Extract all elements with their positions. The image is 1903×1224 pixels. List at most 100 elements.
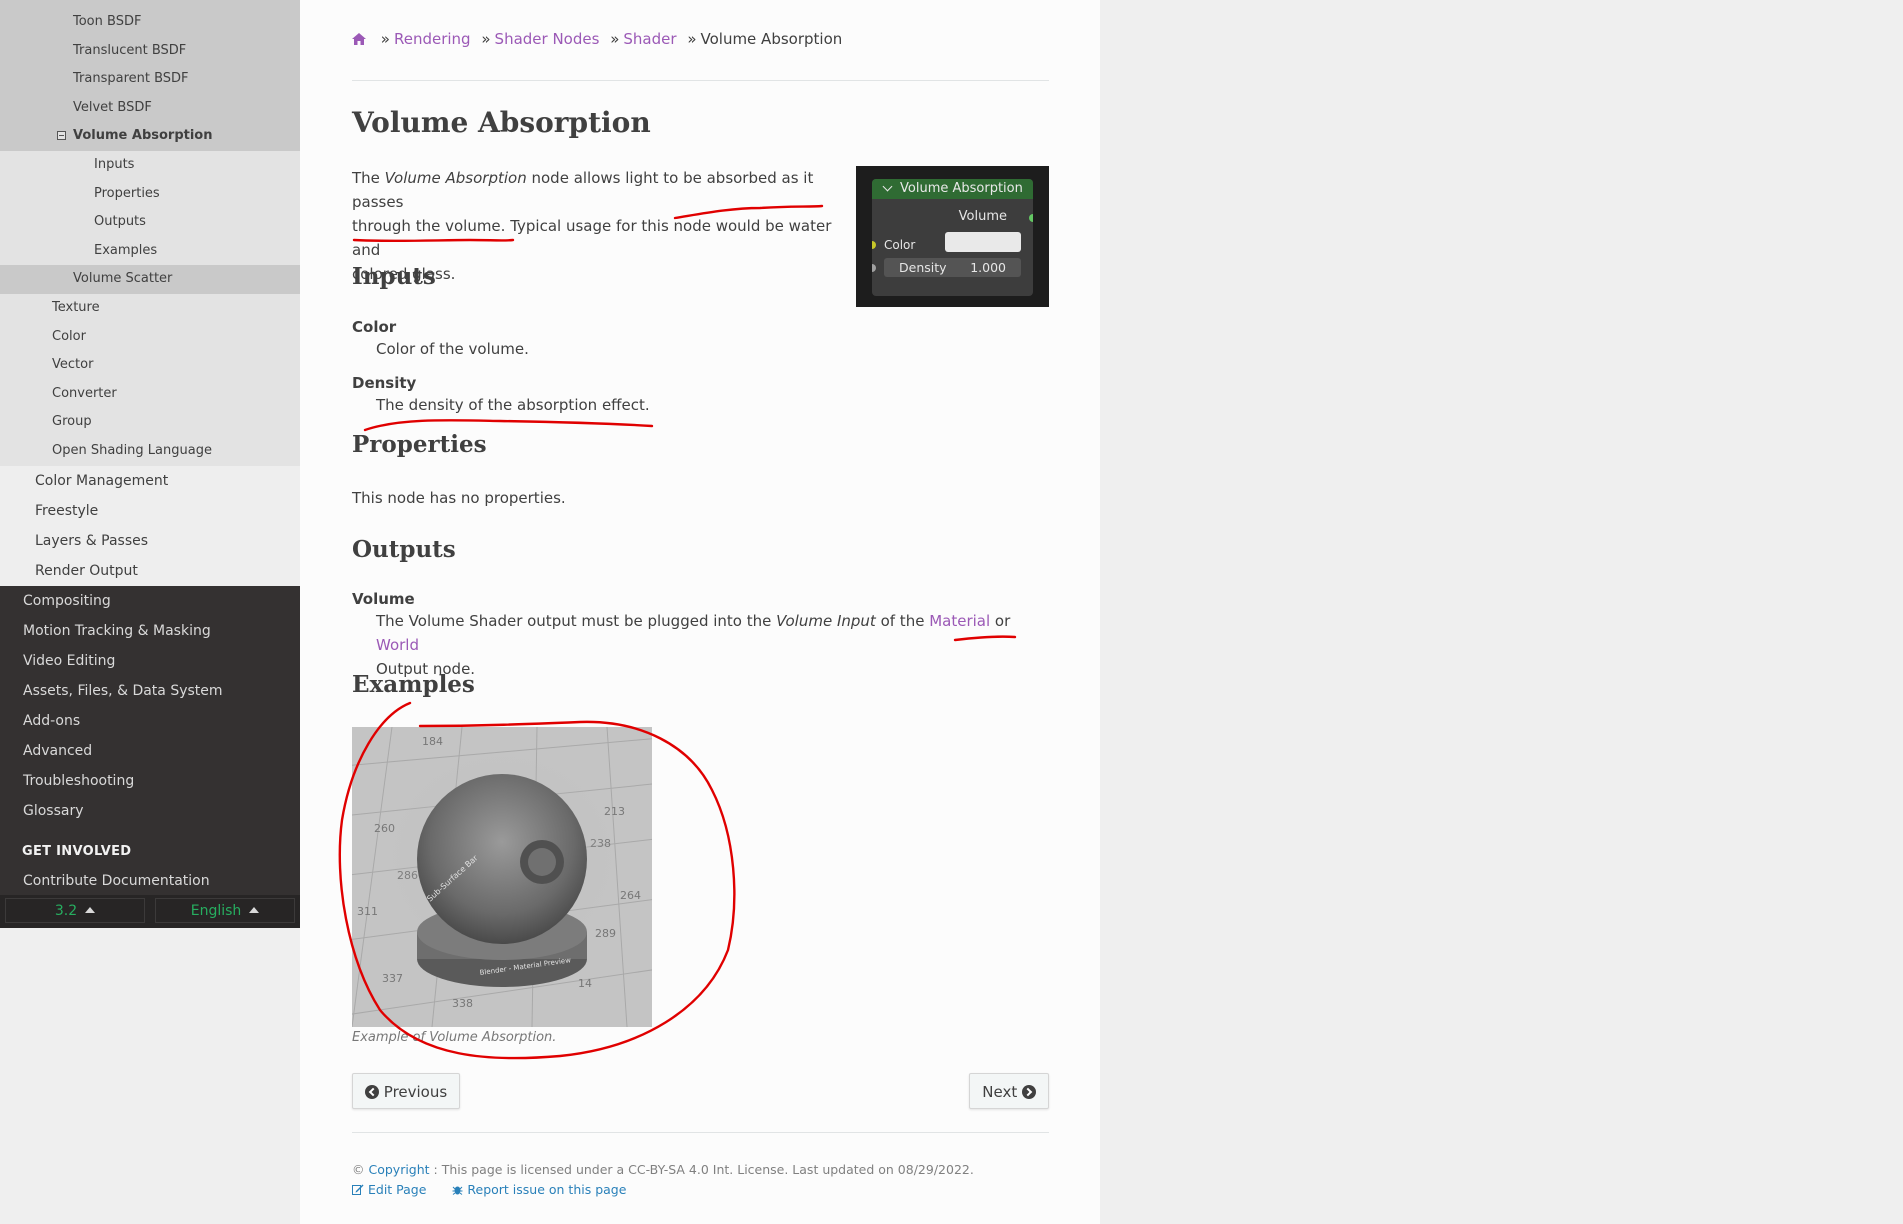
sidebar-item-contribute[interactable]: Contribute Documentation [0,866,300,896]
output-text: or [990,612,1011,630]
grid-number: 311 [357,905,378,918]
grid-number: 184 [422,735,443,748]
sidebar-item-texture[interactable]: Texture [0,294,300,323]
sidebar-item-velvet-bsdf[interactable]: Velvet BSDF [0,94,300,123]
sidebar-item-color-management[interactable]: Color Management [0,466,300,496]
sidebar-level3-group: Toon BSDF Translucent BSDF Transparent B… [0,0,300,294]
sidebar-item-transparent-bsdf[interactable]: Transparent BSDF [0,65,300,94]
copyright-symbol: © [352,1162,365,1177]
sidebar-item-layers-passes[interactable]: Layers & Passes [0,526,300,556]
sidebar-item-volume-absorption[interactable]: Volume Absorption [0,122,300,151]
sidebar-item-freestyle[interactable]: Freestyle [0,496,300,526]
sidebar-item-troubleshooting[interactable]: Troubleshooting [0,766,300,796]
input-term-density: Density [352,374,417,392]
sidebar-item-group[interactable]: Group [0,408,300,437]
material-link[interactable]: Material [929,612,990,630]
density-label: Density [899,260,947,275]
sidebar-level2-group: Texture Color Vector Converter Group Ope… [0,293,300,466]
language-selector[interactable]: English [155,898,295,923]
content-area: » Rendering » Shader Nodes » Shader » Volume… [300,0,1100,1224]
breadcrumb-current: Volume Absorption [700,30,843,48]
color-socket-icon [872,241,876,249]
next-button[interactable]: Next [969,1073,1049,1109]
section-heading-examples: Examples [352,671,475,698]
grid-number: 264 [620,889,641,902]
divider [352,80,1049,81]
sidebar-item-advanced[interactable]: Advanced [0,736,300,766]
sidebar-item-glossary[interactable]: Glossary [0,796,300,826]
previous-label: Previous [383,1083,448,1101]
edit-page-link[interactable]: Edit Page [352,1182,430,1197]
breadcrumb-shader[interactable]: Shader [623,30,676,48]
sidebar-item-compositing[interactable]: Compositing [0,586,300,616]
sidebar-item-video-editing[interactable]: Video Editing [0,646,300,676]
collapse-icon[interactable] [57,131,66,141]
sidebar-top-level-list: Compositing Motion Tracking & Masking Vi… [0,586,300,896]
node-color-label: Color [884,238,916,252]
sidebar-item-color[interactable]: Color [0,323,300,352]
next-label: Next [982,1083,1018,1101]
input-desc-density: The density of the absorption effect. [376,396,650,414]
version-selector[interactable]: 3.2 [5,898,145,923]
chevron-down-icon [882,181,893,192]
copyright-link[interactable]: Copyright [368,1162,429,1177]
density-socket-icon [872,264,876,272]
sidebar-item-toon-bsdf[interactable]: Toon BSDF [0,8,300,37]
breadcrumb: » Rendering » Shader Nodes » Shader » Volume… [352,30,842,48]
node-color-swatch [945,232,1021,252]
node-title: Volume Absorption [900,181,1023,196]
properties-text: This node has no properties. [352,489,566,507]
license-text: : This page is licensed under a CC-BY-SA… [433,1162,974,1177]
sidebar-item-properties[interactable]: Properties [0,180,300,209]
sidebar-item-osl[interactable]: Open Shading Language [0,437,300,466]
output-desc-volume: The Volume Shader output must be plugged… [376,609,1036,681]
example-render-graphic: 184 213 260 238 264 286 289 311 337 338 … [352,727,652,1027]
output-emphasis: Volume Input [776,612,876,630]
sidebar-item-addons[interactable]: Add-ons [0,706,300,736]
volume-absorption-node: Volume Absorption Volume Color Density 1… [872,179,1033,296]
world-link[interactable]: World [376,636,419,654]
breadcrumb-shader-nodes[interactable]: Shader Nodes [495,30,600,48]
arrow-circle-left-icon [365,1085,379,1099]
sidebar-item-examples[interactable]: Examples [0,237,300,266]
sidebar-item-vector[interactable]: Vector [0,351,300,380]
sidebar-subsection-list: Inputs Properties Outputs Examples [0,150,300,266]
breadcrumb-separator: » [380,30,390,48]
sidebar-item-label: Volume Absorption [73,128,213,144]
intro-emphasis: Volume Absorption [384,169,527,187]
sidebar-item-assets[interactable]: Assets, Files, & Data System [0,676,300,706]
edit-page-label: Edit Page [367,1182,427,1197]
intro-text: The [352,169,385,187]
breadcrumb-separator: » [610,30,620,48]
node-density-field: Density 1.000 [884,258,1021,277]
arrow-circle-right-icon [1022,1085,1036,1099]
section-heading-outputs: Outputs [352,536,456,563]
breadcrumb-separator: » [481,30,491,48]
example-render-image: 184 213 260 238 264 286 289 311 337 338 … [352,727,652,1027]
home-link[interactable] [352,30,375,48]
sidebar-item-motion-tracking[interactable]: Motion Tracking & Masking [0,616,300,646]
caret-up-icon [249,907,260,913]
sidebar-item-volume-scatter[interactable]: Volume Scatter [0,265,300,294]
previous-button[interactable]: Previous [352,1073,461,1109]
sidebar-item-inputs[interactable]: Inputs [0,151,300,180]
sidebar-item-render-output[interactable]: Render Output [0,556,300,586]
breadcrumb-rendering[interactable]: Rendering [394,30,471,48]
output-text: The Volume Shader output must be plugged… [376,612,777,630]
density-value: 1.000 [970,260,1006,275]
language-label: English [190,903,242,919]
sidebar-item-translucent-bsdf[interactable]: Translucent BSDF [0,37,300,66]
grid-number: 338 [452,997,473,1010]
grid-number: 289 [595,927,616,940]
page-title: Volume Absorption [352,106,651,139]
report-issue-label: Report issue on this page [467,1182,627,1197]
sidebar-item-converter[interactable]: Converter [0,380,300,409]
output-socket-icon [1029,214,1033,222]
sidebar-level1-group: Color Management Freestyle Layers & Pass… [0,465,300,586]
version-switcher-bar: 3.2 English [0,895,300,928]
report-issue-link[interactable]: Report issue on this page [452,1182,626,1197]
sidebar-item-outputs[interactable]: Outputs [0,208,300,237]
bug-icon [452,1186,463,1195]
breadcrumb-separator: » [687,30,697,48]
sidebar: Toon BSDF Translucent BSDF Transparent B… [0,0,300,928]
